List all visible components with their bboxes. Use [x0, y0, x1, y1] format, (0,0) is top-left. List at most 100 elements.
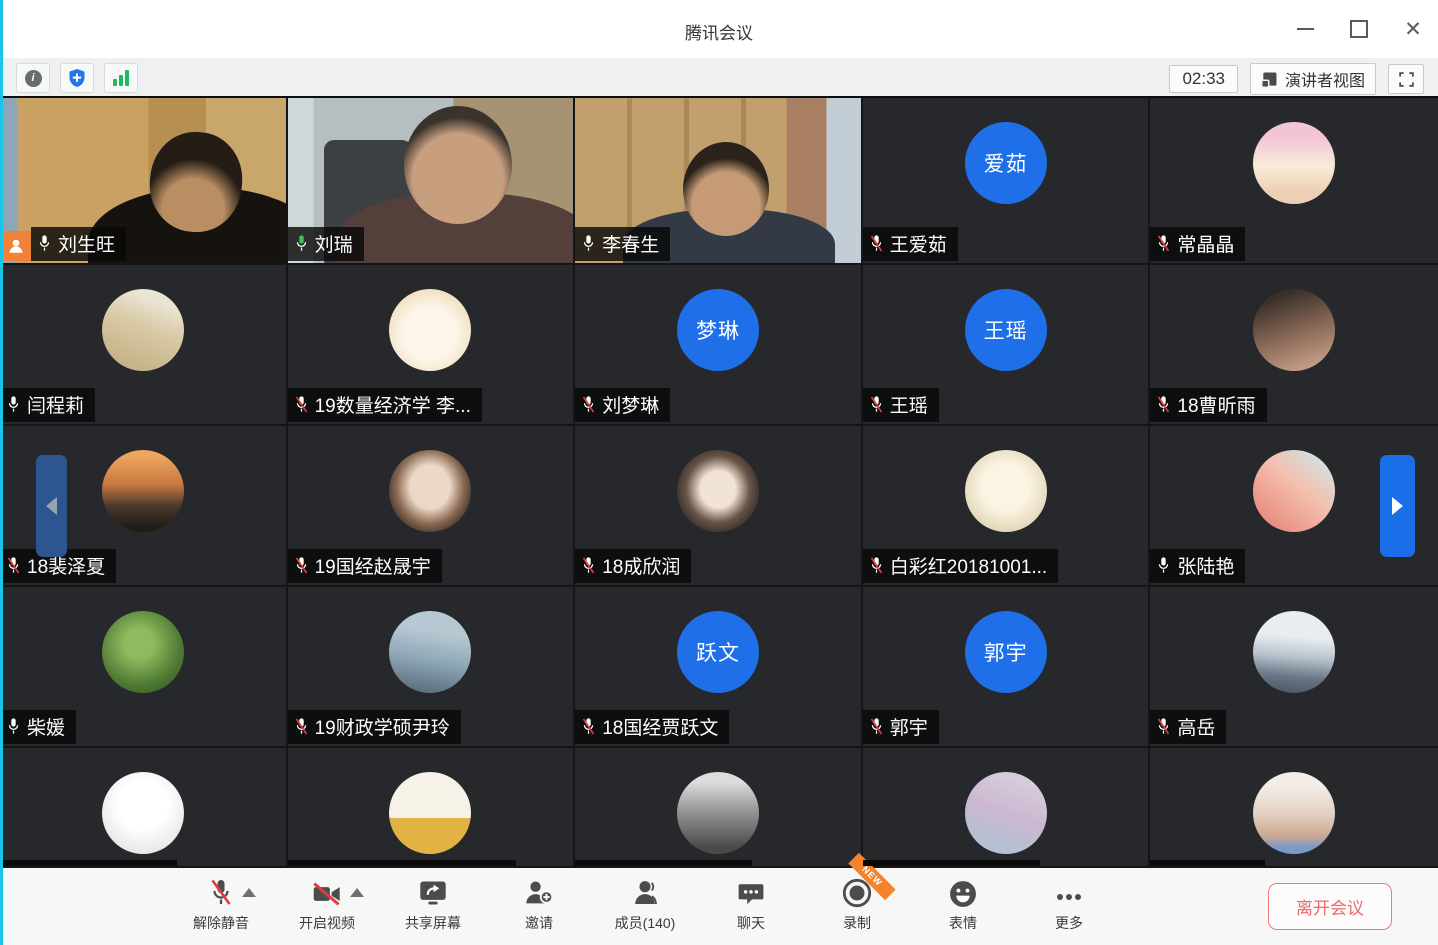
avatar [1253, 450, 1335, 532]
minimize-button[interactable] [1294, 18, 1316, 40]
fullscreen-button[interactable] [1388, 64, 1424, 94]
participant-tile[interactable] [0, 748, 288, 868]
participant-label: 18国经贾跃文 [575, 710, 729, 744]
mic-icon [37, 233, 52, 254]
participant-tile[interactable]: 常晶晶 [1150, 98, 1438, 265]
video-options-caret-icon[interactable] [350, 888, 364, 897]
participant-tile[interactable]: 19财政学硕尹玲 [288, 587, 576, 748]
participant-label: 常晶晶 [1150, 227, 1245, 261]
members-icon [630, 878, 660, 908]
mic-icon [294, 555, 309, 576]
participant-tile[interactable]: 梦琳 刘梦琳 [575, 265, 863, 426]
members-button[interactable]: 成员(140) [609, 876, 681, 933]
close-button[interactable]: ✕ [1402, 18, 1424, 40]
avatar [389, 772, 471, 854]
participant-tile[interactable]: 白彩红20181001... [863, 426, 1151, 587]
share-screen-icon [418, 878, 448, 908]
avatar: 跃文 [677, 611, 759, 693]
mic-icon [294, 394, 309, 415]
mic-icon [581, 716, 596, 737]
participant-tile[interactable] [863, 748, 1151, 868]
maximize-button[interactable] [1348, 18, 1370, 40]
participant-grid: 刘生旺 刘瑞 李春生 爱茹 王爱茹 [0, 98, 1438, 868]
next-page-button[interactable] [1380, 455, 1415, 557]
window-edge-highlight [0, 0, 3, 945]
invite-person-icon [524, 878, 554, 908]
mic-icon [6, 555, 21, 576]
avatar [965, 450, 1047, 532]
participant-tile[interactable]: 李春生 [575, 98, 863, 265]
emoji-button[interactable]: 表情 [927, 876, 999, 933]
participant-label: 19财政学硕尹玲 [288, 710, 461, 744]
meeting-toolbar: 解除静音 开启视频 [0, 868, 1438, 945]
avatar [389, 611, 471, 693]
prev-page-arrow-icon [46, 497, 57, 515]
mic-icon [6, 394, 21, 415]
mic-icon [581, 233, 596, 254]
invite-button[interactable]: 邀请 [503, 876, 575, 933]
network-status-button[interactable] [104, 63, 138, 93]
participant-label: 19国经赵晟宇 [288, 549, 442, 583]
mic-icon [581, 555, 596, 576]
participant-label: 刘生旺 [31, 227, 126, 261]
avatar: 梦琳 [677, 289, 759, 371]
participant-label: 王爱茹 [863, 227, 958, 261]
record-button[interactable]: NEW 录制 [821, 876, 893, 933]
participant-label: 李春生 [575, 227, 670, 261]
participant-tile[interactable] [1150, 748, 1438, 868]
avatar: 王瑶 [965, 289, 1047, 371]
avatar [102, 611, 184, 693]
participant-label [575, 860, 752, 866]
participant-tile[interactable]: 刘瑞 [288, 98, 576, 265]
participant-label: 高岳 [1150, 710, 1226, 744]
avatar [102, 772, 184, 854]
share-screen-button[interactable]: 共享屏幕 [397, 876, 469, 933]
avatar [389, 450, 471, 532]
participant-label: 白彩红20181001... [863, 549, 1058, 583]
audio-options-caret-icon[interactable] [242, 888, 256, 897]
avatar [677, 772, 759, 854]
more-dots-icon [1052, 880, 1086, 908]
mic-icon [1156, 233, 1171, 254]
participant-tile[interactable]: 闫程莉 [0, 265, 288, 426]
participant-tile[interactable]: 19国经赵晟宇 [288, 426, 576, 587]
participant-label: 18曹昕雨 [1150, 388, 1266, 422]
participant-label: 柴媛 [0, 710, 76, 744]
prev-page-button[interactable] [36, 455, 67, 557]
participant-tile[interactable]: 王瑶 王瑶 [863, 265, 1151, 426]
tencent-meeting-window: 腾讯会议 ✕ i 02:33 [0, 0, 1438, 945]
participant-tile[interactable]: 刘生旺 [0, 98, 288, 265]
participant-label [0, 860, 177, 866]
window-title: 腾讯会议 [0, 19, 1438, 44]
participant-label: 郭宇 [863, 710, 939, 744]
participant-tile[interactable]: 跃文 18国经贾跃文 [575, 587, 863, 748]
meeting-security-button[interactable] [60, 63, 94, 93]
participant-tile[interactable]: 19数量经济学 李... [288, 265, 576, 426]
participant-tile[interactable]: 柴媛 [0, 587, 288, 748]
avatar: 爱茹 [965, 122, 1047, 204]
layout-icon [1261, 71, 1278, 88]
participant-label: 闫程莉 [0, 388, 95, 422]
meeting-topbar: i 02:33 演讲者视图 [0, 58, 1438, 98]
unmute-button[interactable]: 解除静音 [185, 876, 257, 933]
meeting-info-button[interactable]: i [16, 63, 50, 93]
meeting-timer: 02:33 [1169, 65, 1238, 93]
mic-icon [869, 716, 884, 737]
participant-tile[interactable]: 高岳 [1150, 587, 1438, 748]
participant-tile[interactable]: 爱茹 王爱茹 [863, 98, 1151, 265]
participant-tile[interactable] [575, 748, 863, 868]
start-video-button[interactable]: 开启视频 [291, 876, 363, 933]
participant-tile[interactable]: 18曹昕雨 [1150, 265, 1438, 426]
participant-label: 张陆艳 [1150, 549, 1245, 583]
leave-meeting-button[interactable]: 离开会议 [1268, 883, 1392, 930]
mic-muted-icon [208, 878, 234, 908]
more-button[interactable]: 更多 [1033, 876, 1105, 933]
emoji-icon [949, 880, 977, 908]
participant-tile[interactable]: 18成欣润 [575, 426, 863, 587]
participant-tile[interactable] [288, 748, 576, 868]
speaker-view-button[interactable]: 演讲者视图 [1250, 63, 1376, 95]
participant-tile[interactable]: 郭宇 郭宇 [863, 587, 1151, 748]
mic-icon [294, 716, 309, 737]
window-controls: ✕ [1294, 0, 1424, 58]
chat-button[interactable]: 聊天 [715, 876, 787, 933]
